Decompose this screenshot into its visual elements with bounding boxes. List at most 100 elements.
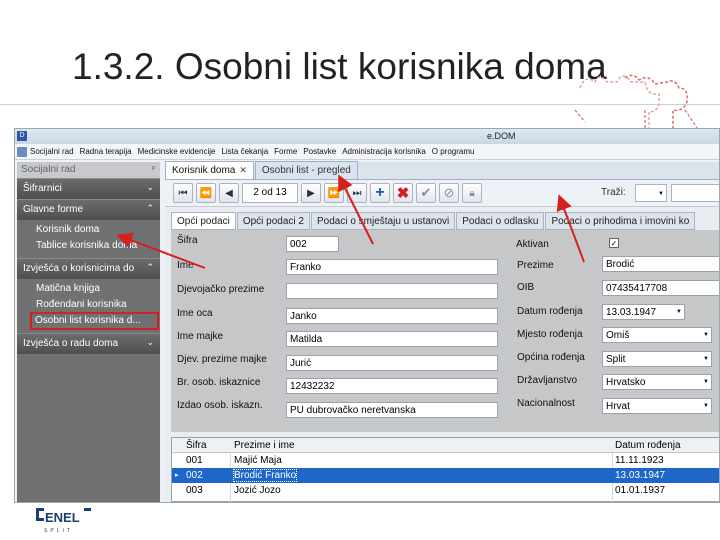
djev-majke-label: Djev. prezime majke: [177, 354, 267, 365]
menu-bar: Socijalni rad Radna terapija Medicinske …: [15, 144, 719, 160]
next-record-button[interactable]: ▶: [301, 183, 321, 203]
grid-header: Šifra Prezime i ime Datum rođenja: [172, 438, 719, 453]
mjesto-value: Omiš: [606, 330, 630, 341]
column-header-datum[interactable]: Datum rođenja: [615, 440, 681, 451]
cancel-button[interactable]: ⊘: [439, 183, 459, 203]
cell-datum: 11.11.1923: [615, 455, 664, 466]
sidebar-item-rodendani[interactable]: Rođendani korisnika: [17, 297, 160, 313]
menu-radna-terapija[interactable]: Radna terapija: [80, 147, 138, 156]
prezime-label: Prezime: [517, 260, 554, 271]
menu-app-icon[interactable]: [17, 146, 27, 157]
br-osob-field[interactable]: 12432232: [286, 378, 498, 394]
sidebar-group-izvjesca-rad[interactable]: Izvješća o radu doma ⌄: [17, 333, 160, 354]
search-field-select[interactable]: ▼: [635, 184, 667, 202]
cell-datum: 01.01.1937: [615, 485, 666, 496]
izdao-field[interactable]: PU dubrovačko neretvanska: [286, 402, 498, 418]
table-row[interactable]: 003 Jozić Jozo 01.01.1937: [172, 483, 719, 498]
next-page-button[interactable]: ⏩: [324, 183, 344, 203]
sidebar-item-osobni-list[interactable]: Osobni list korisnika d...: [30, 312, 159, 330]
column-header-sifra[interactable]: Šifra: [186, 440, 207, 451]
sifra-label: Šifra: [177, 235, 198, 246]
datum-value: 13.03.1947: [606, 307, 657, 318]
nacionalnost-select[interactable]: Hrvat ▼: [602, 398, 712, 414]
first-record-button[interactable]: ⏮: [173, 183, 193, 203]
djevojacko-field[interactable]: [286, 283, 498, 299]
menu-postavke[interactable]: Postavke: [303, 147, 342, 156]
sidebar-group-glavne-forme[interactable]: Glavne forme ⌃: [17, 199, 160, 220]
delete-record-button[interactable]: ✖: [393, 183, 413, 203]
cell-datum: 13.03.1947: [615, 470, 666, 481]
tab-opci-podaci-2[interactable]: Opći podaci 2: [236, 212, 310, 230]
datum-label: Datum rođenja: [517, 306, 583, 317]
sidebar-item-tablice-korisnika[interactable]: Tablice korisnika doma: [17, 238, 160, 254]
sifra-field[interactable]: 002: [286, 236, 339, 252]
plus-icon: +: [375, 184, 385, 201]
close-icon[interactable]: ✕: [239, 165, 247, 175]
djev-majke-field[interactable]: Jurić: [286, 355, 498, 371]
table-row[interactable]: ▸ 002 Brodić Franko 13.03.1947: [172, 468, 719, 483]
add-record-button[interactable]: +: [370, 183, 390, 203]
dropdown-arrow-icon: ▼: [703, 379, 709, 385]
previous-page-button[interactable]: ⏪: [196, 183, 216, 203]
dropdown-arrow-icon: ▼: [703, 332, 709, 338]
tab-podaci-odlazak[interactable]: Podaci o odlasku: [456, 212, 545, 230]
sidebar-header-label: Socijalni rad: [21, 164, 76, 175]
slide-title: 1.3.2. Osobni list korisnika doma: [72, 46, 607, 87]
record-pager: 2 od 13: [242, 183, 298, 203]
rewind-icon: ⏪: [199, 187, 213, 199]
ime-field[interactable]: Franko: [286, 259, 498, 275]
sidebar-group-sifrarnici[interactable]: Šifrarnici ⌄: [17, 178, 160, 199]
sidebar-group-label: Šifrarnici: [23, 183, 62, 194]
pin-icon[interactable]: ᵖ: [152, 164, 155, 173]
sidebar: Socijalni rad ᵖ Šifrarnici ⌄ Glavne form…: [17, 162, 160, 502]
fast-forward-icon: ⏩: [327, 187, 341, 199]
drzavljanstvo-label: Državljanstvo: [517, 375, 578, 386]
save-button[interactable]: ✔: [416, 183, 436, 203]
sidebar-item-maticna-knjiga[interactable]: Matična knjiga: [17, 281, 160, 297]
sidebar-item-korisnik-doma[interactable]: Korisnik doma: [17, 222, 160, 238]
previous-record-button[interactable]: ◀: [219, 183, 239, 203]
dropdown-arrow-icon: ▼: [703, 403, 709, 409]
prezime-field[interactable]: Brodić: [602, 256, 719, 272]
menu-o-programu[interactable]: O programu: [432, 147, 481, 156]
menu-socijalni-rad[interactable]: Socijalni rad: [30, 147, 80, 156]
search-input[interactable]: [671, 184, 719, 202]
drzavljanstvo-value: Hrvatsko: [606, 377, 646, 388]
logo-text: ENEL: [45, 510, 80, 525]
tab-label: Osobni list - pregled: [261, 165, 351, 176]
opcina-select[interactable]: Split ▼: [602, 351, 712, 367]
ime-majke-field[interactable]: Matilda: [286, 331, 498, 347]
check-icon: ✓: [610, 239, 618, 248]
tab-podaci-prihodi[interactable]: Podaci o prihodima i imovini ko: [545, 212, 696, 230]
nacionalnost-value: Hrvat: [606, 401, 630, 412]
tab-opci-podaci[interactable]: Opći podaci: [171, 212, 236, 230]
datum-field[interactable]: 13.03.1947 ▼: [602, 304, 685, 320]
cell-sifra: 003: [186, 485, 203, 496]
search-label: Traži:: [601, 187, 626, 198]
menu-administracija-korisnika[interactable]: Administracija korisnika: [342, 147, 432, 156]
drzavljanstvo-select[interactable]: Hrvatsko ▼: [602, 374, 712, 390]
logo-subtext: SPLIT: [44, 528, 73, 534]
lock-button[interactable]: 🔒︎: [462, 183, 482, 203]
menu-lista-cekanja[interactable]: Lista čekanja: [221, 147, 274, 156]
ime-oca-field[interactable]: Janko: [286, 308, 498, 324]
tab-osobni-list-pregled[interactable]: Osobni list - pregled: [254, 161, 358, 179]
tab-korisnik-doma[interactable]: Korisnik doma ✕: [165, 161, 254, 179]
cell-sifra: 001: [186, 455, 203, 466]
aktivan-checkbox[interactable]: ✓: [609, 238, 619, 248]
nacionalnost-label: Nacionalnost: [517, 398, 575, 409]
table-row[interactable]: 001 Majić Maja 11.11.1923: [172, 453, 719, 468]
menu-medicinske-evidencije[interactable]: Medicinske evidencije: [138, 147, 222, 156]
oib-field[interactable]: 07435417708: [602, 280, 719, 296]
column-header-prezime[interactable]: Prezime i ime: [234, 440, 295, 451]
last-record-button[interactable]: ⏭: [347, 183, 367, 203]
cell-ime: Majić Maja: [234, 455, 282, 466]
menu-forme[interactable]: Forme: [274, 147, 303, 156]
tab-podaci-smjestaj[interactable]: Podaci o smještaju u ustanovi: [310, 212, 456, 230]
mjesto-select[interactable]: Omiš ▼: [602, 327, 712, 343]
dropdown-arrow-icon: ▼: [658, 191, 664, 197]
ime-oca-label: Ime oca: [177, 308, 213, 319]
sidebar-group-izvjesca-korisnici[interactable]: Izvješća o korisnicima do ⌃: [17, 258, 160, 279]
sidebar-group-items: Matična knjiga Rođendani korisnika Osobn…: [17, 279, 160, 333]
cancel-icon: ⊘: [443, 185, 455, 200]
